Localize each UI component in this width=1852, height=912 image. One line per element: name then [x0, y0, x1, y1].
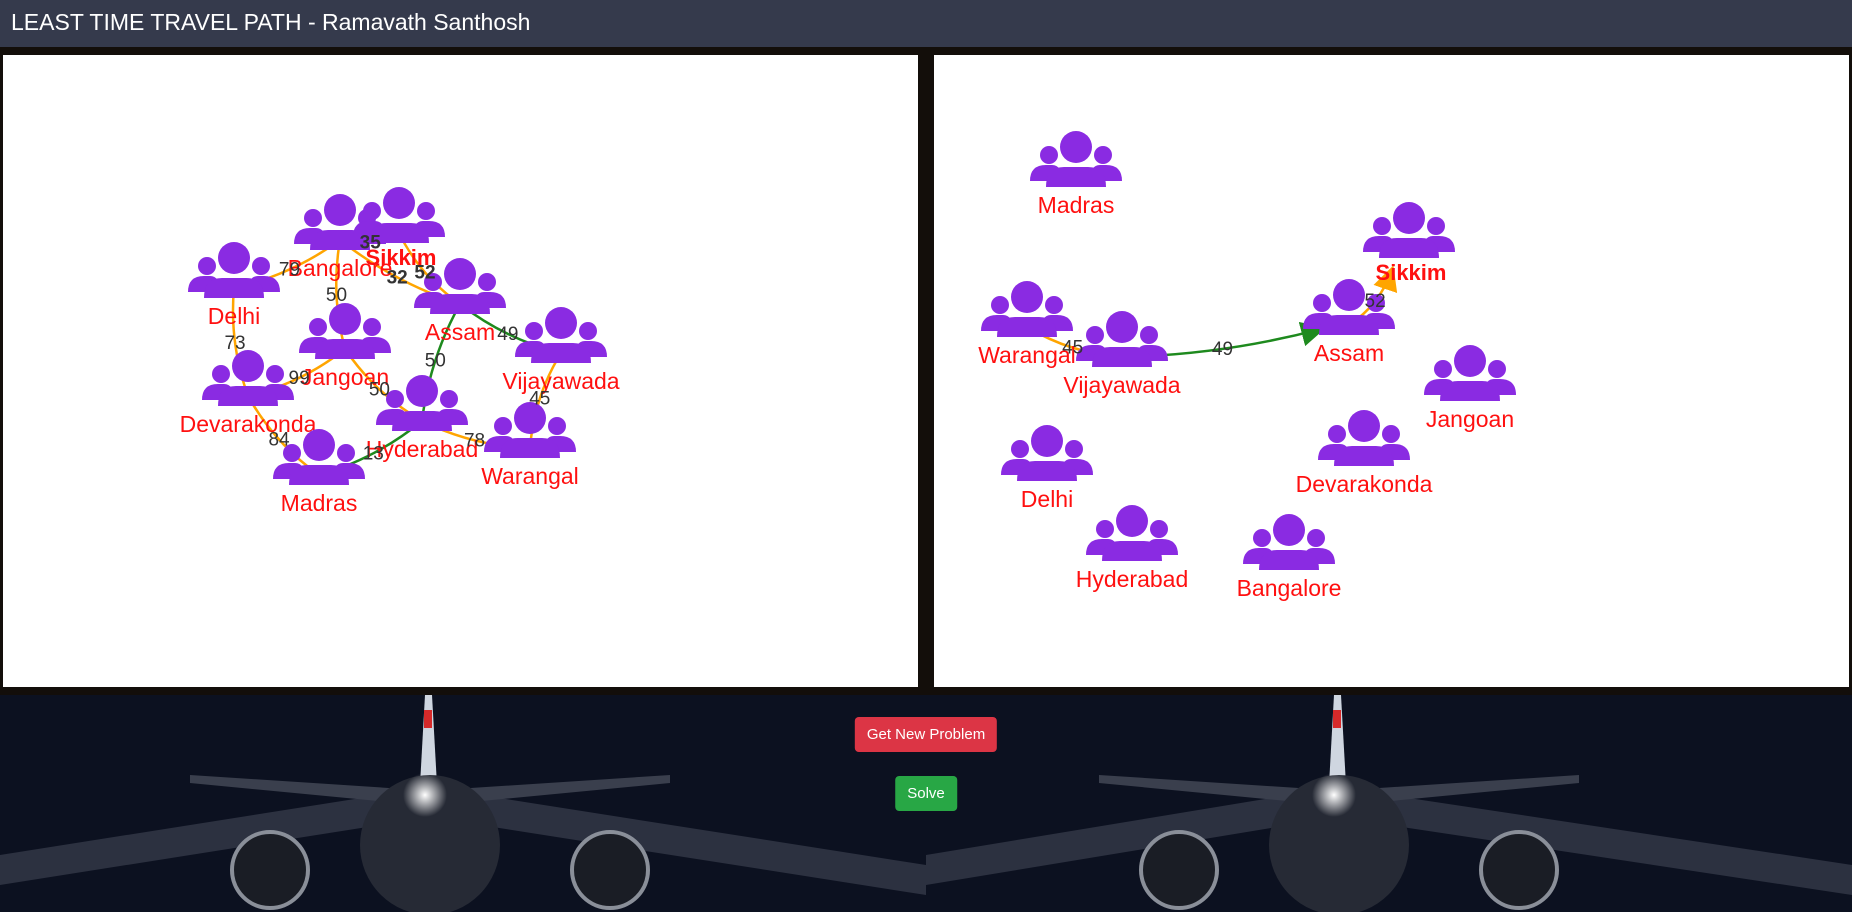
node-label: Jangoan	[1426, 406, 1514, 432]
edge-weight-label: 45	[1062, 338, 1083, 359]
group-of-people-icon	[981, 281, 1073, 337]
nodes: MadrasSikkimWarangal AssamVijayawadaJango…	[978, 131, 1516, 601]
edge-weight-label: 49	[497, 324, 518, 345]
node-label: Devarakonda	[1296, 471, 1433, 497]
edge-weight-label: 52	[1365, 291, 1386, 312]
node-bangalore[interactable]: Bangalore	[1237, 514, 1342, 601]
node-label: Vijayawada	[502, 368, 619, 394]
group-of-people-icon	[299, 303, 391, 359]
app-title: LEAST TIME TRAVEL PATH - Ramavath Santho…	[11, 9, 531, 35]
node-label: Devarakonda	[180, 411, 317, 437]
node-devarakonda[interactable]: Devarakonda	[1296, 410, 1433, 497]
nodes: BangaloreSikkimDelhiAssamJangoan Vijayawa…	[180, 187, 620, 516]
solution-graph-panel[interactable]: Madras Sikkim Warangal Assam Vijayawada Jango…	[934, 55, 1849, 687]
node-sikkim[interactable]: Sikkim	[353, 187, 445, 270]
group-of-people-icon	[1001, 425, 1093, 481]
airplane-image	[0, 695, 926, 912]
node-label: Madras	[281, 490, 358, 516]
edge-weight-label: 78	[464, 430, 485, 451]
node-label: Delhi	[1021, 486, 1073, 512]
group-of-people-icon	[1363, 202, 1455, 258]
problem-graph-canvas[interactable]: BangaloreSikkimDelhiAssamJangoan Vijayawa…	[3, 55, 918, 687]
edge-weight-label: 13	[363, 443, 384, 464]
get-new-problem-button[interactable]: Get New Problem	[854, 717, 998, 752]
node-label: Hyderabad	[1076, 566, 1189, 592]
group-of-people-icon	[1318, 410, 1410, 466]
node-delhi[interactable]: Delhi	[188, 242, 280, 329]
node-label: Bangalore	[1237, 575, 1342, 601]
node-sikkim[interactable]: Sikkim	[1363, 202, 1455, 285]
edge-weight-label: 49	[1212, 339, 1233, 360]
node-label: Assam	[425, 319, 495, 345]
edge-weight-label: 35	[360, 232, 382, 253]
node-jangoan[interactable]: Jangoan	[1424, 345, 1516, 432]
group-of-people-icon	[1030, 131, 1122, 187]
node-label: Vijayawada	[1063, 372, 1180, 398]
group-of-people-icon	[1076, 311, 1168, 367]
node-delhi[interactable]: Delhi	[1001, 425, 1093, 512]
node-hyderabad[interactable]: Hyderabad	[1076, 505, 1189, 592]
group-of-people-icon	[202, 350, 294, 406]
edge-weight-label: 79	[279, 259, 300, 280]
node-label: Warangal	[481, 463, 579, 489]
group-of-people-icon	[1424, 345, 1516, 401]
airplane-image-right	[926, 695, 1852, 912]
node-label: Assam	[1314, 340, 1384, 366]
group-of-people-icon	[484, 402, 576, 458]
node-warangal[interactable]: Warangal	[481, 402, 579, 489]
node-label: Madras	[1038, 192, 1115, 218]
node-label: Sikkim	[1376, 260, 1447, 285]
edge-weight-label: 50	[425, 351, 446, 372]
group-of-people-icon	[1086, 505, 1178, 561]
edge-weight-label: 32	[387, 267, 408, 288]
solve-button[interactable]: Solve	[895, 776, 957, 811]
node-madras[interactable]: Madras	[1030, 131, 1122, 218]
node-label: Delhi	[208, 303, 260, 329]
edge-weight-label: 45	[529, 389, 550, 410]
node-devarakonda[interactable]: Devarakonda	[180, 350, 317, 437]
group-of-people-icon	[188, 242, 280, 298]
problem-graph-panel[interactable]: Bangalore Sikkim Delhi Assam Jangoan Vijayawa…	[3, 55, 918, 687]
solution-graph-canvas[interactable]: MadrasSikkimWarangal AssamVijayawadaJango…	[934, 55, 1849, 687]
edge-weight-label: 50	[369, 379, 390, 400]
edge-weight-label: 73	[224, 333, 245, 354]
group-of-people-icon	[1243, 514, 1335, 570]
header-bar: LEAST TIME TRAVEL PATH - Ramavath Santho…	[0, 0, 1852, 47]
edge-weight-label: 52	[414, 262, 435, 283]
edge-weight-label: 84	[268, 430, 290, 451]
edge-weight-label: 99	[289, 368, 310, 389]
node-jangoan[interactable]: Jangoan	[299, 303, 391, 390]
group-of-people-icon	[515, 307, 607, 363]
edge-weight-label: 50	[326, 285, 347, 306]
node-vijayawada[interactable]: Vijayawada	[502, 307, 620, 394]
